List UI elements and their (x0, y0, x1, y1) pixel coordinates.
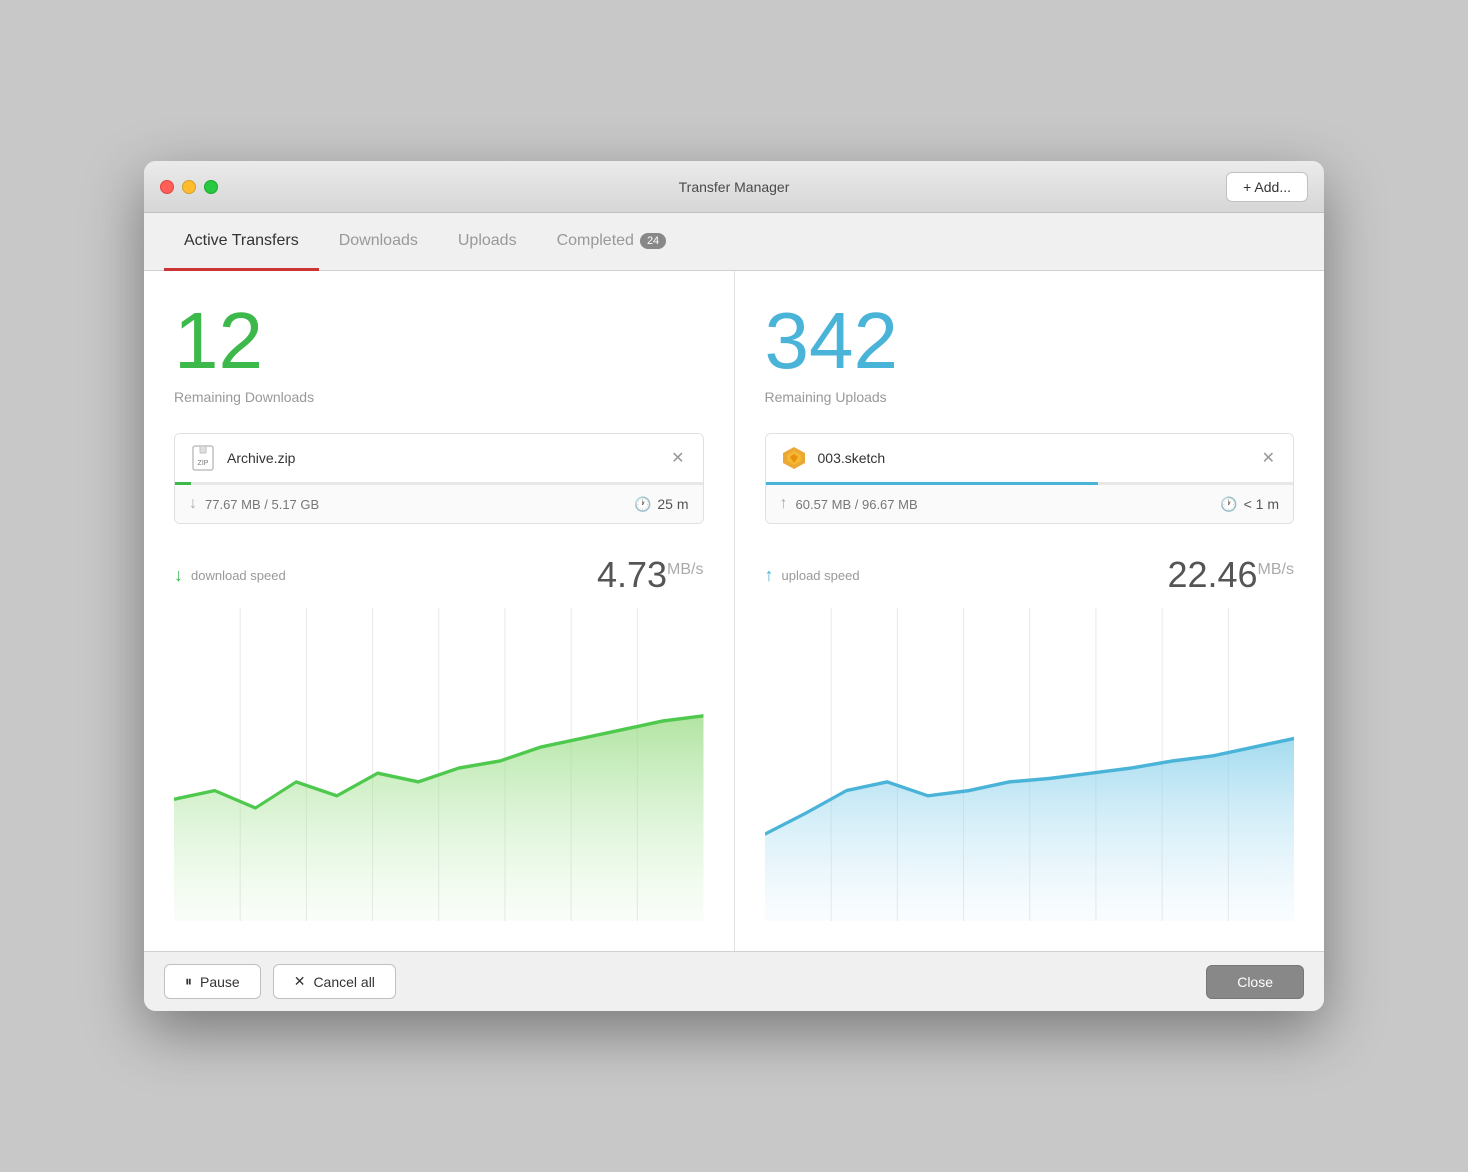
add-button[interactable]: + Add... (1226, 172, 1308, 202)
uploads-stat-label: Remaining Uploads (765, 389, 1295, 405)
upload-file-name: 003.sketch (818, 450, 1258, 466)
download-file-item: ZIP Archive.zip ✕ ↓ 77.67 MB / 5.17 GB 🕐… (174, 433, 704, 524)
upload-speed-header: ↑ upload speed 22.46MB/s (765, 554, 1295, 596)
download-file-time: 25 m (657, 496, 688, 512)
bottom-bar: ⏸ Pause ✕ Cancel all Close (144, 951, 1324, 1011)
upload-file-item: 003.sketch ✕ ↑ 60.57 MB / 96.67 MB 🕐 < 1… (765, 433, 1295, 524)
close-button[interactable]: Close (1206, 965, 1304, 999)
downloads-panel: 12 Remaining Downloads ZIP Archive.zip ✕ (144, 271, 735, 951)
pause-label: Pause (200, 974, 240, 990)
cancel-label: Cancel all (313, 974, 374, 990)
upload-clock-icon: 🕐 (1220, 496, 1237, 513)
download-file-size: 77.67 MB / 5.17 GB (205, 497, 634, 512)
download-file-stats: ↓ 77.67 MB / 5.17 GB 🕐 25 m (175, 485, 703, 523)
cancel-icon: ✕ (294, 973, 306, 990)
tab-downloads[interactable]: Downloads (319, 214, 438, 271)
upload-speed-unit: MB/s (1258, 561, 1294, 578)
download-file-header: ZIP Archive.zip ✕ (175, 434, 703, 482)
pause-icon: ⏸ (185, 973, 192, 990)
upload-file-size: 60.57 MB / 96.67 MB (796, 497, 1221, 512)
upload-speed-icon: ↑ (765, 565, 774, 586)
download-speed-header: ↓ download speed 4.73MB/s (174, 554, 704, 596)
download-speed-label: download speed (191, 568, 597, 583)
download-speed-unit: MB/s (667, 561, 703, 578)
downloads-stat-number: 12 (174, 301, 704, 381)
upload-speed-section: ↑ upload speed 22.46MB/s (765, 554, 1295, 921)
upload-close-button[interactable]: ✕ (1258, 446, 1279, 470)
download-speed-section: ↓ download speed 4.73MB/s (174, 554, 704, 921)
upload-file-stats: ↑ 60.57 MB / 96.67 MB 🕐 < 1 m (766, 485, 1294, 523)
window-title: Transfer Manager (679, 179, 790, 195)
uploads-stat-number: 342 (765, 301, 1295, 381)
tab-bar: Active Transfers Downloads Uploads Compl… (144, 213, 1324, 271)
zip-file-icon: ZIP (189, 444, 217, 472)
minimize-traffic-light[interactable] (182, 180, 196, 194)
download-close-button[interactable]: ✕ (667, 446, 688, 470)
close-traffic-light[interactable] (160, 180, 174, 194)
downloads-stat-label: Remaining Downloads (174, 389, 704, 405)
download-clock-icon: 🕐 (634, 496, 651, 513)
upload-chart (765, 608, 1295, 921)
pause-button[interactable]: ⏸ Pause (164, 964, 261, 999)
upload-file-time: < 1 m (1244, 496, 1279, 512)
uploads-panel: 342 Remaining Uploads 003.sketch ✕ (735, 271, 1325, 951)
tab-downloads-label: Downloads (339, 232, 418, 250)
completed-badge: 24 (640, 233, 666, 249)
svg-text:ZIP: ZIP (198, 460, 209, 467)
main-content: 12 Remaining Downloads ZIP Archive.zip ✕ (144, 271, 1324, 951)
tab-uploads-label: Uploads (458, 232, 517, 250)
tab-active-label: Active Transfers (184, 232, 299, 250)
download-file-name: Archive.zip (227, 450, 667, 466)
upload-speed-value: 22.46MB/s (1167, 554, 1294, 596)
sketch-file-icon (780, 444, 808, 472)
title-bar: Transfer Manager + Add... (144, 161, 1324, 213)
tab-uploads[interactable]: Uploads (438, 214, 537, 271)
tab-active-transfers[interactable]: Active Transfers (164, 214, 319, 271)
upload-speed-label: upload speed (782, 568, 1168, 583)
download-speed-value: 4.73MB/s (597, 554, 704, 596)
main-window: Transfer Manager + Add... Active Transfe… (144, 161, 1324, 1011)
traffic-lights (160, 180, 218, 194)
upload-arrow-icon: ↑ (780, 495, 788, 513)
download-speed-icon: ↓ (174, 565, 183, 586)
download-chart (174, 608, 704, 921)
upload-file-header: 003.sketch ✕ (766, 434, 1294, 482)
maximize-traffic-light[interactable] (204, 180, 218, 194)
cancel-all-button[interactable]: ✕ Cancel all (273, 964, 396, 999)
tab-completed[interactable]: Completed 24 (537, 214, 687, 271)
download-arrow-icon: ↓ (189, 495, 197, 513)
tab-completed-label: Completed (557, 232, 634, 250)
